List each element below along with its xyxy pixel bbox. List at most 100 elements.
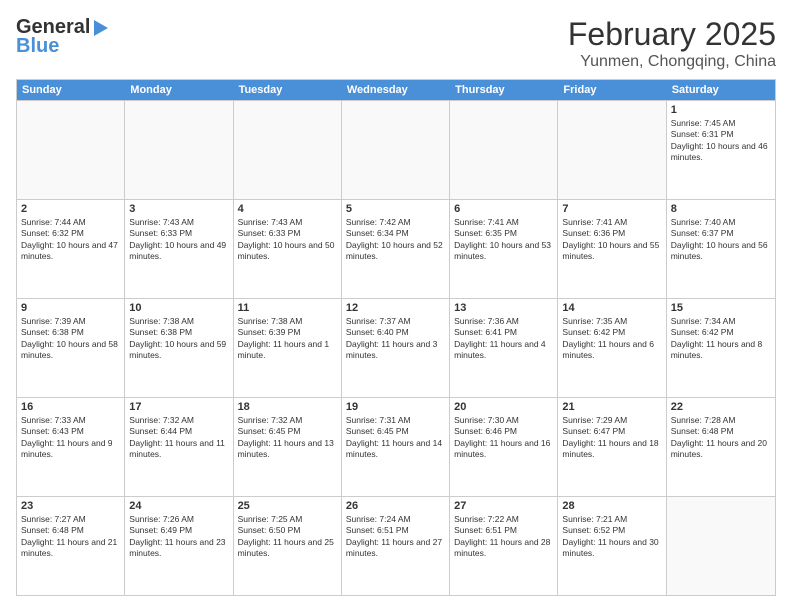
- calendar-row-3: 16 Sunrise: 7:33 AM Sunset: 6:43 PM Dayli…: [17, 397, 775, 496]
- day-number: 25: [238, 500, 337, 512]
- calendar-cell-0-6: 1Sunrise: 7:45 AM Sunset: 6:31 PM Daylig…: [667, 101, 775, 199]
- calendar-row-1: 2 Sunrise: 7:44 AM Sunset: 6:32 PM Daylig…: [17, 199, 775, 298]
- calendar-cell-1-2: 4 Sunrise: 7:43 AM Sunset: 6:33 PM Daylig…: [234, 200, 342, 298]
- day-number: 26: [346, 500, 445, 512]
- day-number: 27: [454, 500, 553, 512]
- calendar-cell-2-0: 9 Sunrise: 7:39 AM Sunset: 6:38 PM Daylig…: [17, 299, 125, 397]
- logo-arrow-icon: [94, 20, 108, 36]
- day-number: 2: [21, 203, 120, 215]
- day-info: Sunrise: 7:39 AM Sunset: 6:38 PM Dayligh…: [21, 316, 120, 362]
- day-info: Sunrise: 7:26 AM Sunset: 6:49 PM Dayligh…: [129, 514, 228, 560]
- calendar-cell-4-0: 23 Sunrise: 7:27 AM Sunset: 6:48 PM Dayli…: [17, 497, 125, 595]
- calendar-cell-4-2: 25 Sunrise: 7:25 AM Sunset: 6:50 PM Dayli…: [234, 497, 342, 595]
- header-monday: Monday: [125, 80, 233, 100]
- location: Yunmen, Chongqing, China: [568, 53, 776, 71]
- calendar-row-0: 1Sunrise: 7:45 AM Sunset: 6:31 PM Daylig…: [17, 100, 775, 199]
- calendar-cell-1-6: 8Sunrise: 7:40 AM Sunset: 6:37 PM Daylig…: [667, 200, 775, 298]
- day-info: Sunrise: 7:43 AM Sunset: 6:33 PM Dayligh…: [129, 217, 228, 263]
- day-info: Sunrise: 7:42 AM Sunset: 6:34 PM Dayligh…: [346, 217, 445, 263]
- calendar-body: 1Sunrise: 7:45 AM Sunset: 6:31 PM Daylig…: [17, 100, 775, 595]
- calendar-cell-4-4: 27 Sunrise: 7:22 AM Sunset: 6:51 PM Dayli…: [450, 497, 558, 595]
- day-number: 14: [562, 302, 661, 314]
- day-info: Sunrise: 7:34 AM Sunset: 6:42 PM Dayligh…: [671, 316, 771, 362]
- calendar-cell-1-0: 2 Sunrise: 7:44 AM Sunset: 6:32 PM Daylig…: [17, 200, 125, 298]
- header-friday: Friday: [558, 80, 666, 100]
- day-number: 12: [346, 302, 445, 314]
- calendar-cell-4-5: 28Sunrise: 7:21 AM Sunset: 6:52 PM Dayli…: [558, 497, 666, 595]
- calendar-cell-0-4: [450, 101, 558, 199]
- day-info: Sunrise: 7:43 AM Sunset: 6:33 PM Dayligh…: [238, 217, 337, 263]
- calendar-cell-3-1: 17 Sunrise: 7:32 AM Sunset: 6:44 PM Dayli…: [125, 398, 233, 496]
- day-info: Sunrise: 7:38 AM Sunset: 6:39 PM Dayligh…: [238, 316, 337, 362]
- header-wednesday: Wednesday: [342, 80, 450, 100]
- logo: General Blue: [16, 16, 110, 58]
- day-info: Sunrise: 7:35 AM Sunset: 6:42 PM Dayligh…: [562, 316, 661, 362]
- day-number: 24: [129, 500, 228, 512]
- day-number: 4: [238, 203, 337, 215]
- title-section: February 2025 Yunmen, Chongqing, China: [568, 16, 776, 71]
- day-number: 16: [21, 401, 120, 413]
- logo-blue-text: Blue: [16, 35, 59, 58]
- header: General Blue February 2025 Yunmen, Chong…: [16, 16, 776, 71]
- calendar-cell-4-3: 26 Sunrise: 7:24 AM Sunset: 6:51 PM Dayli…: [342, 497, 450, 595]
- calendar-cell-1-5: 7 Sunrise: 7:41 AM Sunset: 6:36 PM Daylig…: [558, 200, 666, 298]
- calendar-cell-0-3: [342, 101, 450, 199]
- calendar-cell-1-1: 3 Sunrise: 7:43 AM Sunset: 6:33 PM Daylig…: [125, 200, 233, 298]
- day-number: 19: [346, 401, 445, 413]
- day-info: Sunrise: 7:45 AM Sunset: 6:31 PM Dayligh…: [671, 118, 771, 164]
- calendar-cell-0-0: [17, 101, 125, 199]
- day-info: Sunrise: 7:25 AM Sunset: 6:50 PM Dayligh…: [238, 514, 337, 560]
- calendar-cell-2-6: 15 Sunrise: 7:34 AM Sunset: 6:42 PM Dayli…: [667, 299, 775, 397]
- day-number: 17: [129, 401, 228, 413]
- day-info: Sunrise: 7:27 AM Sunset: 6:48 PM Dayligh…: [21, 514, 120, 560]
- day-info: Sunrise: 7:37 AM Sunset: 6:40 PM Dayligh…: [346, 316, 445, 362]
- month-title: February 2025: [568, 16, 776, 53]
- calendar: Sunday Monday Tuesday Wednesday Thursday…: [16, 79, 776, 596]
- day-number: 10: [129, 302, 228, 314]
- calendar-cell-3-4: 20Sunrise: 7:30 AM Sunset: 6:46 PM Dayli…: [450, 398, 558, 496]
- day-number: 9: [21, 302, 120, 314]
- day-number: 7: [562, 203, 661, 215]
- day-number: 3: [129, 203, 228, 215]
- calendar-cell-2-1: 10 Sunrise: 7:38 AM Sunset: 6:38 PM Dayli…: [125, 299, 233, 397]
- day-info: Sunrise: 7:32 AM Sunset: 6:44 PM Dayligh…: [129, 415, 228, 461]
- day-number: 15: [671, 302, 771, 314]
- day-number: 6: [454, 203, 553, 215]
- header-thursday: Thursday: [450, 80, 558, 100]
- day-info: Sunrise: 7:24 AM Sunset: 6:51 PM Dayligh…: [346, 514, 445, 560]
- calendar-cell-0-1: [125, 101, 233, 199]
- day-info: Sunrise: 7:32 AM Sunset: 6:45 PM Dayligh…: [238, 415, 337, 461]
- day-info: Sunrise: 7:21 AM Sunset: 6:52 PM Dayligh…: [562, 514, 661, 560]
- calendar-cell-0-2: [234, 101, 342, 199]
- day-info: Sunrise: 7:29 AM Sunset: 6:47 PM Dayligh…: [562, 415, 661, 461]
- day-number: 21: [562, 401, 661, 413]
- day-info: Sunrise: 7:33 AM Sunset: 6:43 PM Dayligh…: [21, 415, 120, 461]
- day-info: Sunrise: 7:28 AM Sunset: 6:48 PM Dayligh…: [671, 415, 771, 461]
- day-number: 5: [346, 203, 445, 215]
- calendar-cell-1-4: 6Sunrise: 7:41 AM Sunset: 6:35 PM Daylig…: [450, 200, 558, 298]
- day-info: Sunrise: 7:22 AM Sunset: 6:51 PM Dayligh…: [454, 514, 553, 560]
- calendar-cell-3-5: 21 Sunrise: 7:29 AM Sunset: 6:47 PM Dayli…: [558, 398, 666, 496]
- day-number: 22: [671, 401, 771, 413]
- header-sunday: Sunday: [17, 80, 125, 100]
- day-number: 8: [671, 203, 771, 215]
- header-saturday: Saturday: [667, 80, 775, 100]
- calendar-cell-0-5: [558, 101, 666, 199]
- day-number: 13: [454, 302, 553, 314]
- day-number: 11: [238, 302, 337, 314]
- header-tuesday: Tuesday: [234, 80, 342, 100]
- calendar-cell-3-0: 16 Sunrise: 7:33 AM Sunset: 6:43 PM Dayli…: [17, 398, 125, 496]
- day-number: 18: [238, 401, 337, 413]
- day-info: Sunrise: 7:38 AM Sunset: 6:38 PM Dayligh…: [129, 316, 228, 362]
- day-info: Sunrise: 7:44 AM Sunset: 6:32 PM Dayligh…: [21, 217, 120, 263]
- calendar-row-4: 23 Sunrise: 7:27 AM Sunset: 6:48 PM Dayli…: [17, 496, 775, 595]
- calendar-cell-2-4: 13Sunrise: 7:36 AM Sunset: 6:41 PM Dayli…: [450, 299, 558, 397]
- day-info: Sunrise: 7:31 AM Sunset: 6:45 PM Dayligh…: [346, 415, 445, 461]
- calendar-cell-2-2: 11 Sunrise: 7:38 AM Sunset: 6:39 PM Dayli…: [234, 299, 342, 397]
- day-info: Sunrise: 7:30 AM Sunset: 6:46 PM Dayligh…: [454, 415, 553, 461]
- day-info: Sunrise: 7:41 AM Sunset: 6:36 PM Dayligh…: [562, 217, 661, 263]
- calendar-cell-4-1: 24 Sunrise: 7:26 AM Sunset: 6:49 PM Dayli…: [125, 497, 233, 595]
- day-number: 23: [21, 500, 120, 512]
- calendar-cell-1-3: 5 Sunrise: 7:42 AM Sunset: 6:34 PM Daylig…: [342, 200, 450, 298]
- calendar-cell-4-6: [667, 497, 775, 595]
